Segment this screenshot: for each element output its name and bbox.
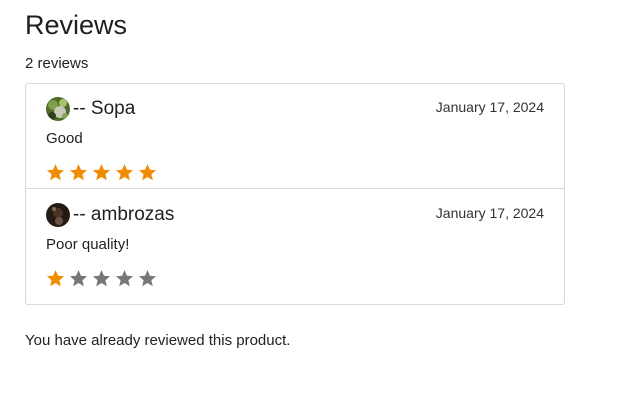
review-item: -- ambrozas January 17, 2024 Poor qualit… [26, 188, 564, 304]
reviews-count: 2 reviews [25, 55, 89, 72]
review-author: -- ambrozas [73, 204, 175, 225]
star-empty-icon [115, 269, 134, 288]
star-filled-icon [46, 163, 65, 182]
review-text: Good [46, 130, 83, 147]
review-text: Poor quality! [46, 236, 130, 253]
review-item: -- Sopa January 17, 2024 Good [26, 84, 564, 188]
star-rating [46, 163, 544, 182]
avatar [46, 203, 70, 227]
reviews-title: Reviews [25, 10, 128, 40]
review-author: -- Sopa [73, 98, 136, 119]
star-filled-icon [92, 163, 111, 182]
star-filled-icon [115, 163, 134, 182]
review-date: January 17, 2024 [435, 99, 544, 115]
star-filled-icon [69, 163, 88, 182]
star-empty-icon [69, 269, 88, 288]
reviews-list: -- Sopa January 17, 2024 Good -- ambroza… [25, 83, 565, 305]
already-reviewed-notice: You have already reviewed this product. [25, 332, 291, 349]
star-filled-icon [46, 269, 65, 288]
star-rating [46, 269, 544, 288]
star-empty-icon [92, 269, 111, 288]
reviews-section: Reviews 2 reviews -- Sopa January 17, 20… [25, 8, 585, 351]
avatar [46, 97, 70, 121]
review-date: January 17, 2024 [435, 205, 544, 221]
star-filled-icon [138, 163, 157, 182]
star-empty-icon [138, 269, 157, 288]
